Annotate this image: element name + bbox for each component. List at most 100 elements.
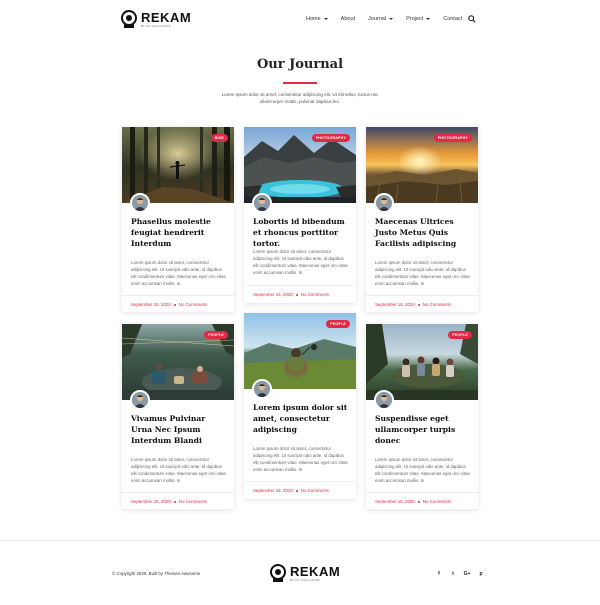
post-card[interactable]: BIKE Phasellus molestie feugiat hendreri… [122, 127, 234, 312]
separator-dot-icon [173, 303, 176, 306]
card-divider [366, 295, 478, 296]
post-image[interactable]: PHOTOGRAPHY [366, 127, 478, 203]
site-logo[interactable]: REKAM BLOG MAGAZINE [121, 10, 191, 28]
author-avatar[interactable] [130, 193, 150, 213]
post-excerpt: Lorem ipsum dolor sit amet, consectetur … [253, 249, 348, 275]
post-date[interactable]: September 15, 2020 [253, 292, 293, 297]
card-divider [122, 492, 234, 493]
logo-name: REKAM [290, 563, 341, 579]
nav-item-contact[interactable]: Contact [443, 16, 462, 22]
author-avatar[interactable] [130, 390, 150, 410]
post-date[interactable]: September 15, 2020 [131, 302, 171, 307]
separator-dot-icon [295, 293, 298, 296]
post-card[interactable]: PEOPLE Suspendisse eget ullamcorper turp… [366, 324, 478, 509]
post-excerpt: Lorem ipsum dolor sit amet, consectetur … [131, 457, 226, 483]
logo-mark-icon [270, 564, 286, 582]
separator-dot-icon [417, 500, 420, 503]
post-date[interactable]: September 15, 2020 [253, 488, 293, 493]
category-badge[interactable]: PHOTOGRAPHY [433, 134, 472, 142]
logo-tagline: BLOG MAGAZINE [141, 23, 172, 28]
post-image[interactable]: PEOPLE [366, 324, 478, 400]
nav-label: Project [406, 16, 424, 22]
post-excerpt: Lorem ipsum dolor sit amet, consectetur … [131, 260, 226, 286]
post-comments[interactable]: No Comments [423, 499, 451, 504]
title-underline [283, 82, 317, 84]
post-date[interactable]: September 15, 2020 [375, 302, 415, 307]
post-title[interactable]: Maecenas Ultrices Justo Metus Quis Facil… [375, 216, 471, 249]
post-comments[interactable]: No Comments [179, 499, 207, 504]
nav-item-project[interactable]: Project [406, 16, 431, 22]
twitter-icon[interactable]: t [449, 570, 457, 578]
card-divider [366, 492, 478, 493]
nav-item-journal[interactable]: Journal [368, 16, 394, 22]
post-title[interactable]: Suspendisse eget ullamcorper turpis done… [375, 413, 471, 446]
copyright-text: © Copyright 2020, Built by Themes Awesom… [112, 571, 201, 576]
footer-divider [0, 540, 600, 541]
post-comments[interactable]: No Comments [179, 302, 207, 307]
logo-tagline: BLOG MAGAZINE [290, 577, 321, 582]
card-divider [244, 285, 356, 286]
post-title[interactable]: Phasellus molestie feugiat hendrerit Int… [131, 216, 227, 249]
post-meta: September 15, 2020 No Comments [253, 292, 329, 297]
post-meta: September 15, 2020 No Comments [375, 302, 451, 307]
site-header: REKAM BLOG MAGAZINE Home About Journal P… [0, 0, 600, 40]
post-meta: September 15, 2020 No Comments [131, 302, 207, 307]
caret-down-icon [426, 18, 431, 20]
post-date[interactable]: September 15, 2020 [375, 499, 415, 504]
post-title[interactable]: Lobortis id bibendum et rhoncus porttito… [253, 216, 349, 249]
post-card[interactable]: PEOPLE Vivamus Pulvinar Urna Nec Ipsum I… [122, 324, 234, 509]
post-card[interactable]: PEOPLE Lorem ipsum dolor sit amet, conse… [244, 313, 356, 499]
nav-label: Contact [443, 16, 463, 22]
nav-item-home[interactable]: Home [306, 16, 328, 22]
category-badge[interactable]: BIKE [210, 134, 228, 142]
card-divider [122, 295, 234, 296]
separator-dot-icon [295, 489, 298, 492]
author-avatar[interactable] [252, 379, 272, 399]
post-card[interactable]: PHOTOGRAPHY Maecenas Ultrices Justo Metu… [366, 127, 478, 312]
card-divider [244, 481, 356, 482]
separator-dot-icon [173, 500, 176, 503]
category-badge[interactable]: PHOTOGRAPHY [311, 134, 350, 142]
post-comments[interactable]: No Comments [423, 302, 451, 307]
caret-down-icon [389, 18, 394, 20]
section-intro: Lorem ipsum dolor sit amet, consectetur … [221, 92, 379, 104]
author-avatar[interactable] [374, 390, 394, 410]
post-comments[interactable]: No Comments [301, 488, 329, 493]
author-avatar[interactable] [374, 193, 394, 213]
post-image[interactable]: PEOPLE [244, 313, 356, 389]
category-badge[interactable]: PEOPLE [326, 320, 350, 328]
nav-label: Home [306, 16, 321, 22]
post-comments[interactable]: No Comments [301, 292, 329, 297]
post-meta: September 15, 2020 No Comments [131, 499, 207, 504]
pinterest-icon[interactable]: p [477, 570, 485, 578]
nav-item-about[interactable]: About [341, 16, 355, 22]
post-meta: September 15, 2020 No Comments [253, 488, 329, 493]
post-image[interactable]: BIKE [122, 127, 234, 203]
post-meta: September 15, 2020 No Comments [375, 499, 451, 504]
nav-label: About [340, 16, 356, 22]
post-card[interactable]: PHOTOGRAPHY Lobortis id bibendum et rhon… [244, 127, 356, 303]
author-avatar[interactable] [252, 193, 272, 213]
post-excerpt: Lorem ipsum dolor sit amet, consectetur … [375, 457, 470, 483]
post-image[interactable]: PEOPLE [122, 324, 234, 400]
main-nav: Home About Journal Project Contact [306, 16, 475, 22]
logo-mark-icon [121, 10, 137, 28]
separator-dot-icon [417, 303, 420, 306]
section-title: Our Journal [256, 57, 344, 72]
post-title[interactable]: Vivamus Pulvinar Urna Nec Ipsum Interdum… [131, 413, 227, 446]
caret-down-icon [323, 18, 328, 20]
facebook-icon[interactable]: f [435, 570, 443, 578]
post-excerpt: Lorem ipsum dolor sit amet, consectetur … [375, 260, 470, 286]
post-image[interactable]: PHOTOGRAPHY [244, 127, 356, 203]
google-plus-icon[interactable]: G+ [463, 570, 471, 578]
social-links: f t G+ p [435, 570, 491, 578]
logo-name: REKAM [141, 9, 192, 25]
post-title[interactable]: Lorem ipsum dolor sit amet, consectetur … [253, 402, 349, 435]
category-badge[interactable]: PEOPLE [448, 331, 472, 339]
category-badge[interactable]: PEOPLE [204, 331, 228, 339]
search-icon[interactable] [468, 15, 476, 23]
footer-logo[interactable]: REKAM BLOG MAGAZINE [270, 564, 340, 582]
post-date[interactable]: September 15, 2020 [131, 499, 171, 504]
nav-label: Journal [368, 16, 387, 22]
post-excerpt: Lorem ipsum dolor sit amet, consectetur … [253, 446, 348, 472]
